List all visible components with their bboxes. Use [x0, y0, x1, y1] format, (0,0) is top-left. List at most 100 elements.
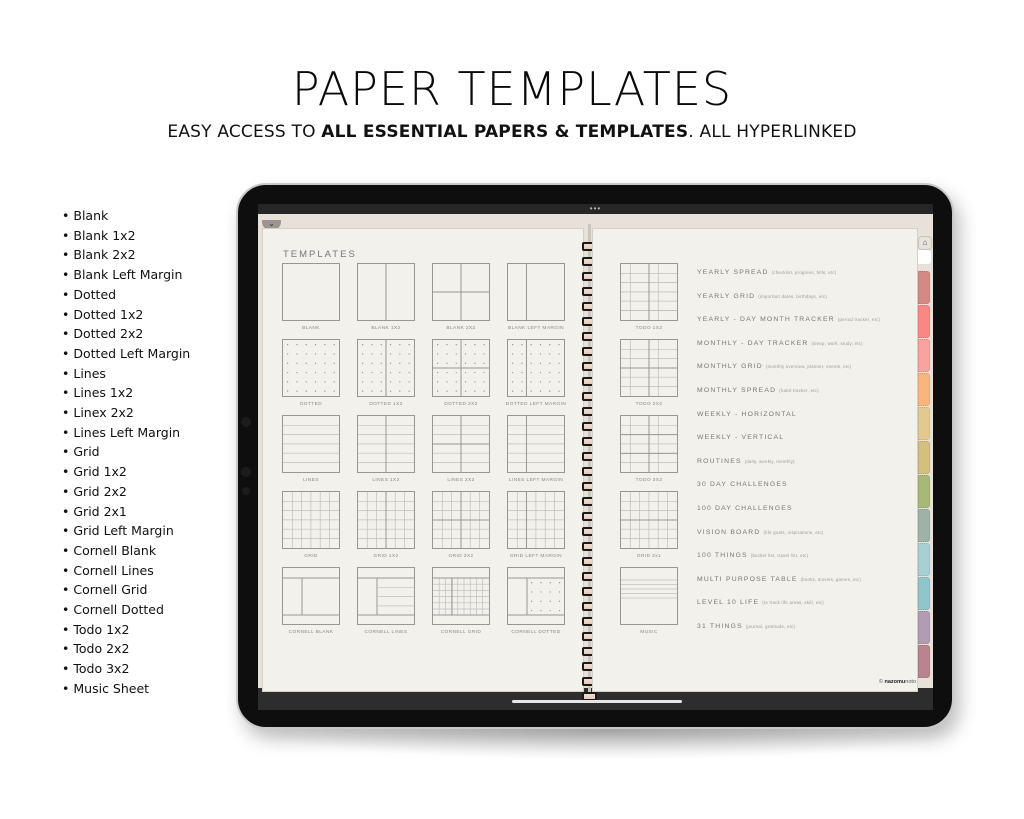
template-thumbnail-music[interactable]	[620, 567, 678, 625]
menu-link[interactable]: YEARLY GRID (important dates, birthdays, …	[697, 293, 827, 300]
multitask-dots-icon[interactable]: •••	[590, 205, 601, 213]
menu-link[interactable]: VISION BOARD (life goals, inspirations, e…	[697, 529, 824, 536]
section-tab-5[interactable]	[918, 406, 930, 440]
template-thumbnail-grid-2x1[interactable]	[620, 491, 678, 549]
menu-link[interactable]: ROUTINES (daily, weekly, monthly)	[697, 458, 795, 465]
template-thumbnail-grid-2x2[interactable]	[432, 491, 490, 549]
menu-link-label: LEVEL 10 LIFE	[697, 599, 760, 607]
menu-link-hint: (books, movies, games, etc)	[800, 576, 862, 582]
template-label[interactable]: GRID 2x1	[609, 554, 689, 559]
template-thumbnail-todo-3x2[interactable]	[620, 415, 678, 473]
menu-link[interactable]: 31 THINGS (journal, gratitude, etc)	[697, 623, 795, 630]
template-thumbnail-cornell-blank[interactable]	[282, 567, 340, 625]
section-tab-6[interactable]	[918, 440, 930, 474]
template-label[interactable]: CORNELL LINES	[346, 630, 426, 635]
template-label[interactable]: LINES LEFT MARGIN	[496, 478, 576, 483]
section-tab-11[interactable]	[918, 610, 930, 644]
menu-link-label: VISION BOARD	[697, 528, 761, 536]
feature-list-item: Grid 1x2	[62, 462, 190, 482]
section-tab-3[interactable]	[918, 338, 930, 372]
brand-bold: nazomu	[884, 679, 906, 685]
template-label[interactable]: BLANK	[271, 326, 351, 331]
template-label[interactable]: LINES 1X2	[346, 478, 426, 483]
home-indicator[interactable]	[512, 700, 682, 703]
template-thumbnail-todo-2x2[interactable]	[620, 339, 678, 397]
section-tab-10[interactable]	[918, 576, 930, 610]
template-thumbnail-todo-1x2[interactable]	[620, 263, 678, 321]
menu-link[interactable]: WEEKLY - HORIZONTAL	[697, 411, 797, 418]
template-thumbnail-cornell-dotted[interactable]	[507, 567, 565, 625]
home-tab-blank[interactable]	[918, 250, 931, 264]
template-label[interactable]: GRID 1X2	[346, 554, 426, 559]
feature-list-item: Grid	[62, 442, 190, 462]
menu-link-label: ROUTINES	[697, 457, 742, 465]
section-tab-1[interactable]	[918, 271, 930, 304]
template-thumbnail-grid-1x2[interactable]	[357, 491, 415, 549]
feature-list-item: Lines 1x2	[62, 383, 190, 403]
page-title: PAPER TEMPLATES	[291, 62, 733, 116]
template-thumbnail-grid-margin[interactable]	[507, 491, 565, 549]
template-thumbnail-lines-2x2[interactable]	[432, 415, 490, 473]
template-thumbnail-cornell-lines[interactable]	[357, 567, 415, 625]
feature-list-item: Blank 1x2	[62, 226, 190, 246]
template-label[interactable]: GRID	[271, 554, 351, 559]
template-thumbnail-blank-margin[interactable]	[507, 263, 565, 321]
menu-link[interactable]: 30 DAY CHALLENGES	[697, 481, 788, 488]
home-icon[interactable]: ⌂	[918, 236, 932, 250]
template-label[interactable]: BLANK 2X2	[421, 326, 501, 331]
template-thumbnail-blank-1x2[interactable]	[357, 263, 415, 321]
section-tab-8[interactable]	[918, 508, 930, 542]
template-thumbnail-blank-2x2[interactable]	[432, 263, 490, 321]
menu-link[interactable]: YEARLY SPREAD (checklist, progress, bills…	[697, 269, 836, 276]
template-label[interactable]: CORNELL BLANK	[271, 630, 351, 635]
template-label[interactable]: DOTTED LEFT MARGIN	[496, 402, 576, 407]
template-thumbnail-dotted-1x2[interactable]	[357, 339, 415, 397]
template-label[interactable]: TODO 3X2	[609, 478, 689, 483]
menu-link-label: 100 THINGS	[697, 552, 748, 560]
template-label[interactable]: DOTTED	[271, 402, 351, 407]
template-thumbnail-dotted-2x2[interactable]	[432, 339, 490, 397]
menu-link-label: 100 DAY CHALLENGES	[697, 505, 793, 512]
template-label[interactable]: BLANK LEFT MARGIN	[496, 326, 576, 331]
right-page: TODO 1X2 TODO 2X2 TODO 3X2 GRID 2x1 MUSIC YEA…	[592, 228, 918, 692]
template-label[interactable]: DOTTED 2X2	[421, 402, 501, 407]
menu-link[interactable]: YEARLY - DAY MONTH TRACKER (period tracke…	[697, 316, 880, 323]
template-thumbnail-dotted[interactable]	[282, 339, 340, 397]
section-tab-2[interactable]	[918, 304, 930, 338]
template-label[interactable]: GRID LEFT MARGIN	[496, 554, 576, 559]
feature-list-item: Cornell Blank	[62, 541, 190, 561]
template-label[interactable]: DOTTED 1X2	[346, 402, 426, 407]
section-tab-7[interactable]	[918, 474, 930, 508]
template-thumbnail-blank[interactable]	[282, 263, 340, 321]
menu-link-hint: (period tracker, etc)	[837, 317, 881, 323]
template-label[interactable]: CORNELL GRID	[421, 630, 501, 635]
menu-link[interactable]: MULTI PURPOSE TABLE (books, movies, games…	[697, 576, 861, 583]
template-thumbnail-grid[interactable]	[282, 491, 340, 549]
menu-link[interactable]: 100 THINGS (bucket list, travel list, etc…	[697, 552, 808, 559]
feature-list-item: Grid Left Margin	[62, 521, 190, 541]
template-label[interactable]: GRID 2X2	[421, 554, 501, 559]
template-label[interactable]: LINES 2X2	[421, 478, 501, 483]
template-thumbnail-lines-margin[interactable]	[507, 415, 565, 473]
menu-link[interactable]: MONTHLY - DAY TRACKER (sleep, work, study…	[697, 340, 863, 347]
template-thumbnail-lines-1x2[interactable]	[357, 415, 415, 473]
section-tab-9[interactable]	[918, 542, 930, 576]
menu-link[interactable]: WEEKLY - VERTICAL	[697, 434, 784, 441]
template-label[interactable]: TODO 1X2	[609, 326, 689, 331]
template-label[interactable]: MUSIC	[609, 630, 689, 635]
template-label[interactable]: TODO 2X2	[609, 402, 689, 407]
section-tab-12[interactable]	[918, 644, 930, 678]
menu-link[interactable]: MONTHLY GRID (monthly overview, planner, …	[697, 363, 851, 370]
tablet-device: ••• ⌄ TEMPLATES BLANK BLANK 1X2 BLANK 2X2 B…	[236, 183, 954, 729]
template-thumbnail-lines[interactable]	[282, 415, 340, 473]
template-label[interactable]: LINES	[271, 478, 351, 483]
side-button	[241, 467, 251, 477]
menu-link[interactable]: LEVEL 10 LIFE (to track life areas, skill…	[697, 599, 824, 606]
menu-link[interactable]: 100 DAY CHALLENGES	[697, 505, 793, 512]
template-label[interactable]: BLANK 1X2	[346, 326, 426, 331]
template-label[interactable]: CORNELL DOTTED	[496, 630, 576, 635]
template-thumbnail-dotted-margin[interactable]	[507, 339, 565, 397]
menu-link[interactable]: MONTHLY SPREAD (habit tracker, etc)	[697, 387, 819, 394]
section-tab-4[interactable]	[918, 372, 930, 406]
template-thumbnail-cornell-grid[interactable]	[432, 567, 490, 625]
